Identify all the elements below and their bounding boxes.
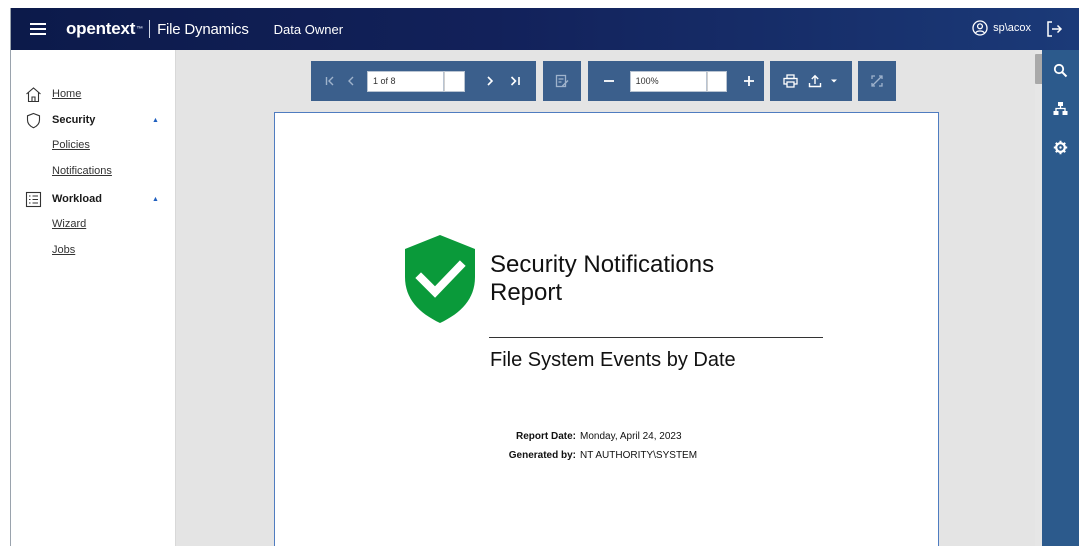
sidebar: Home Security ▲ Policies Notifications W… bbox=[11, 50, 176, 546]
hamburger-icon[interactable] bbox=[30, 23, 46, 35]
sitemap-icon[interactable] bbox=[1053, 101, 1068, 116]
page-number-stepper[interactable] bbox=[444, 70, 465, 92]
brand-separator bbox=[149, 20, 151, 38]
sidebar-item-home[interactable]: Home bbox=[11, 85, 176, 103]
sidebar-group-security-label: Security bbox=[52, 114, 96, 126]
first-page-icon[interactable] bbox=[319, 61, 341, 101]
sidebar-item-wizard[interactable]: Wizard bbox=[52, 218, 86, 230]
shield-outline-icon bbox=[26, 112, 41, 128]
report-title-line-2: Report bbox=[490, 279, 563, 306]
brand-name: opentext bbox=[66, 19, 136, 38]
title-divider bbox=[489, 337, 823, 338]
fit-page-icon[interactable] bbox=[858, 61, 896, 101]
next-page-icon[interactable] bbox=[475, 61, 505, 101]
sidebar-item-policies[interactable]: Policies bbox=[52, 139, 90, 151]
sidebar-item-notifications[interactable]: Notifications bbox=[52, 165, 112, 177]
report-date-label: Report Date: bbox=[515, 431, 576, 442]
app-header: opentext ™ File Dynamics Data Owner sp\ac… bbox=[11, 8, 1079, 50]
gear-icon[interactable] bbox=[1053, 140, 1068, 155]
user-circle-icon bbox=[972, 20, 988, 36]
brand-logo: opentext ™ File Dynamics bbox=[66, 19, 249, 39]
logout-icon[interactable] bbox=[1045, 20, 1063, 38]
previous-page-icon[interactable] bbox=[341, 61, 361, 101]
fit-toolbar bbox=[858, 61, 896, 101]
parameters-toolbar bbox=[543, 61, 581, 101]
report-page: Security Notifications Report File Syste… bbox=[274, 112, 939, 546]
sidebar-item-home-label[interactable]: Home bbox=[52, 88, 81, 100]
last-page-icon[interactable] bbox=[505, 61, 525, 101]
zoom-toolbar bbox=[588, 61, 764, 101]
shield-check-icon bbox=[405, 235, 475, 323]
report-title: Security Notifications Report bbox=[490, 251, 714, 307]
right-tool-rail bbox=[1042, 50, 1079, 546]
zoom-level-input[interactable] bbox=[629, 70, 707, 92]
generated-by-value: NT AUTHORITY\SYSTEM bbox=[580, 450, 698, 461]
report-title-line-1: Security Notifications bbox=[490, 251, 715, 278]
zoom-out-icon[interactable] bbox=[594, 61, 624, 101]
report-subtitle: File System Events by Date bbox=[490, 349, 736, 371]
report-date-row: Report Date: Monday, April 24, 2023 bbox=[275, 431, 940, 445]
report-date-value: Monday, April 24, 2023 bbox=[580, 431, 682, 442]
print-icon[interactable] bbox=[776, 61, 804, 101]
app-window: opentext ™ File Dynamics Data Owner sp\ac… bbox=[10, 8, 1079, 546]
caret-up-icon[interactable]: ▲ bbox=[152, 196, 159, 203]
export-icon[interactable] bbox=[804, 61, 826, 101]
module-title: Data Owner bbox=[273, 21, 344, 37]
search-icon[interactable] bbox=[1053, 63, 1068, 78]
generated-by-row: Generated by: NT AUTHORITY\SYSTEM bbox=[275, 450, 940, 464]
brand-trademark: ™ bbox=[136, 25, 144, 33]
page-number-input[interactable] bbox=[367, 70, 444, 92]
sidebar-group-workload[interactable]: Workload ▲ bbox=[11, 190, 176, 208]
sidebar-group-security[interactable]: Security ▲ bbox=[11, 111, 176, 129]
list-icon bbox=[25, 191, 42, 207]
user-name: sp\acox bbox=[993, 22, 1031, 34]
generated-by-label: Generated by: bbox=[508, 450, 576, 461]
sidebar-item-jobs[interactable]: Jobs bbox=[52, 244, 75, 256]
print-export-toolbar bbox=[770, 61, 852, 101]
zoom-level-stepper[interactable] bbox=[706, 70, 728, 92]
product-name: File Dynamics bbox=[157, 20, 249, 38]
sidebar-group-workload-label: Workload bbox=[52, 193, 102, 205]
caret-up-icon[interactable]: ▲ bbox=[152, 117, 159, 124]
user-menu[interactable]: sp\acox bbox=[972, 20, 1031, 36]
edit-parameters-icon[interactable] bbox=[543, 61, 581, 101]
page-navigation-toolbar bbox=[311, 61, 536, 101]
export-dropdown-icon[interactable] bbox=[826, 61, 842, 101]
zoom-in-icon[interactable] bbox=[734, 61, 764, 101]
home-icon bbox=[26, 86, 41, 102]
